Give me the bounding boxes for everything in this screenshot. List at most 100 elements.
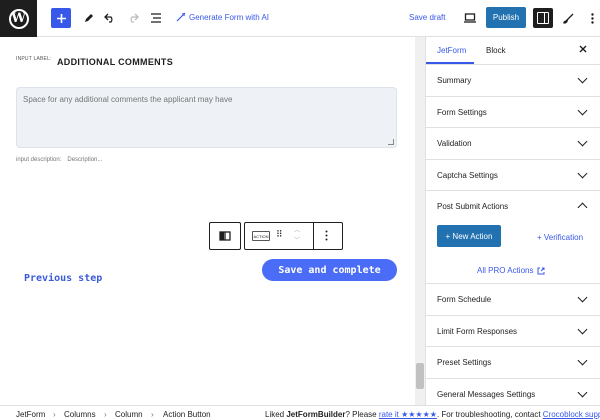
editor-footer: JetForm › Columns › Column › Action Butt… bbox=[0, 405, 600, 420]
input-description-label: input description: bbox=[16, 157, 62, 163]
breadcrumb-item[interactable]: Action Button bbox=[163, 410, 211, 419]
block-mover: ︿ ﹀ bbox=[294, 226, 300, 246]
desktop-preview-icon bbox=[464, 13, 476, 23]
pro-actions-label: All PRO Actions bbox=[477, 266, 534, 275]
settings-sidebar: JetForm Block Summary Form Settings Vali… bbox=[425, 37, 600, 410]
list-view-button[interactable] bbox=[148, 8, 164, 28]
move-down-icon[interactable]: ﹀ bbox=[294, 236, 300, 246]
save-draft-button[interactable]: Save draft bbox=[409, 13, 445, 22]
tab-jetform[interactable]: JetForm bbox=[437, 46, 466, 55]
input-label-text[interactable]: ADDITIONAL COMMENTS bbox=[57, 57, 173, 67]
rating-notice: Liked JetFormBuilder? Please rate it ★★★… bbox=[265, 410, 600, 419]
chevron-down-icon bbox=[577, 387, 588, 397]
panel-limit-form-responses[interactable]: Limit Form Responses bbox=[426, 316, 600, 347]
sidebar-icon bbox=[537, 12, 549, 24]
support-link[interactable]: Crocoblock support bbox=[543, 410, 600, 419]
active-tab-indicator bbox=[426, 62, 474, 64]
action-button-block-icon[interactable]: ACTION bbox=[252, 231, 270, 241]
textarea-placeholder: Space for any additional comments the ap… bbox=[23, 95, 233, 104]
chevron-down-icon bbox=[577, 73, 588, 84]
chevron-down-icon bbox=[577, 355, 588, 366]
breadcrumb-item[interactable]: Columns bbox=[64, 410, 96, 419]
panel-form-settings[interactable]: Form Settings bbox=[426, 97, 600, 128]
styles-button[interactable] bbox=[560, 8, 576, 28]
move-up-icon[interactable]: ︿ bbox=[294, 226, 300, 236]
tab-block[interactable]: Block bbox=[486, 46, 506, 55]
pencil-icon bbox=[84, 13, 93, 22]
panel-captcha-settings[interactable]: Captcha Settings bbox=[426, 160, 600, 191]
add-verification-button[interactable]: + Verification bbox=[537, 233, 583, 242]
chevron-down-icon bbox=[577, 136, 588, 147]
panel-title: Summary bbox=[437, 76, 472, 85]
panel-preset-settings[interactable]: Preset Settings bbox=[426, 347, 600, 379]
panel-title: Preset Settings bbox=[437, 358, 492, 367]
breadcrumb-separator-icon: › bbox=[53, 410, 56, 419]
rating-brand: JetFormBuilder bbox=[286, 410, 346, 419]
breadcrumb-separator-icon: › bbox=[104, 410, 107, 419]
close-sidebar-button[interactable] bbox=[579, 44, 587, 56]
editor-top-bar: W Generate Form with AI Save draft Publi… bbox=[0, 0, 600, 37]
add-block-button[interactable] bbox=[51, 8, 71, 28]
rating-prefix: Liked bbox=[265, 410, 287, 419]
all-pro-actions-link[interactable]: All PRO Actions bbox=[477, 266, 545, 275]
preview-button[interactable] bbox=[462, 8, 478, 28]
rate-it-link[interactable]: rate it ★★★★★ bbox=[379, 410, 437, 419]
wordpress-logo[interactable]: W bbox=[0, 0, 37, 37]
vertical-dots-icon bbox=[325, 230, 328, 241]
additional-comments-textarea[interactable]: Space for any additional comments the ap… bbox=[16, 87, 397, 148]
input-description: input description: Description... bbox=[16, 157, 102, 163]
close-icon bbox=[579, 45, 587, 53]
undo-button[interactable] bbox=[102, 8, 118, 28]
block-options-button[interactable] bbox=[325, 230, 328, 244]
panel-title: Limit Form Responses bbox=[437, 326, 518, 336]
panel-summary[interactable]: Summary bbox=[426, 65, 600, 97]
panel-form-schedule[interactable]: Form Schedule bbox=[426, 284, 600, 316]
generate-form-ai-button[interactable]: Generate Form with AI bbox=[176, 12, 269, 22]
publish-button[interactable]: Publish bbox=[486, 7, 526, 28]
rating-mid: ? Please bbox=[345, 410, 379, 419]
chevron-down-icon bbox=[577, 168, 588, 178]
redo-button[interactable] bbox=[125, 8, 141, 28]
sidebar-tabs: JetForm Block bbox=[426, 37, 600, 65]
vertical-dots-icon bbox=[590, 12, 594, 24]
previous-step-button[interactable]: Previous step bbox=[24, 273, 102, 284]
generate-form-ai-label: Generate Form with AI bbox=[189, 12, 270, 22]
breadcrumb-item[interactable]: Column bbox=[115, 410, 143, 419]
block-toolbar: ACTION ⠿ ︿ ﹀ bbox=[244, 222, 343, 250]
resize-handle[interactable] bbox=[388, 139, 394, 145]
panel-title: General Messages Settings bbox=[437, 389, 536, 399]
panel-title[interactable]: Post Submit Actions bbox=[437, 202, 508, 211]
scrollbar-thumb[interactable] bbox=[416, 363, 424, 389]
wordpress-icon: W bbox=[8, 8, 29, 29]
rating-tail: . For troubleshooting, contact bbox=[436, 410, 543, 419]
list-view-icon bbox=[151, 13, 161, 23]
chevron-down-icon bbox=[577, 105, 588, 115]
chevron-up-icon[interactable] bbox=[577, 202, 588, 213]
breadcrumb-item[interactable]: JetForm bbox=[16, 410, 45, 419]
save-and-complete-button[interactable]: Save and complete bbox=[262, 259, 397, 281]
brush-icon bbox=[562, 13, 573, 24]
panel-title: Form Settings bbox=[437, 107, 487, 117]
magic-wand-icon bbox=[176, 12, 186, 22]
input-label-caption: INPUT LABEL: bbox=[16, 56, 52, 62]
breadcrumb-separator-icon: › bbox=[151, 410, 154, 419]
tools-button[interactable] bbox=[80, 8, 96, 28]
chevron-down-icon bbox=[577, 292, 588, 303]
panel-title: Validation bbox=[437, 139, 472, 148]
redo-icon bbox=[130, 13, 139, 23]
external-link-icon bbox=[537, 267, 545, 274]
input-description-value[interactable]: Description... bbox=[67, 157, 102, 163]
chevron-down-icon bbox=[577, 324, 588, 334]
toolbar-divider bbox=[313, 223, 314, 249]
block-parent-selector[interactable] bbox=[209, 222, 241, 250]
settings-sidebar-toggle[interactable] bbox=[533, 8, 553, 28]
panel-title: Form Schedule bbox=[437, 295, 492, 304]
plus-icon bbox=[56, 13, 66, 23]
options-menu-button[interactable] bbox=[586, 8, 598, 28]
drag-handle-icon[interactable]: ⠿ bbox=[276, 230, 283, 239]
new-action-button[interactable]: + New Action bbox=[437, 225, 501, 247]
panel-validation[interactable]: Validation bbox=[426, 128, 600, 160]
columns-icon bbox=[219, 231, 231, 241]
panel-title: Captcha Settings bbox=[437, 170, 498, 180]
canvas-scrollbar[interactable] bbox=[415, 37, 425, 405]
